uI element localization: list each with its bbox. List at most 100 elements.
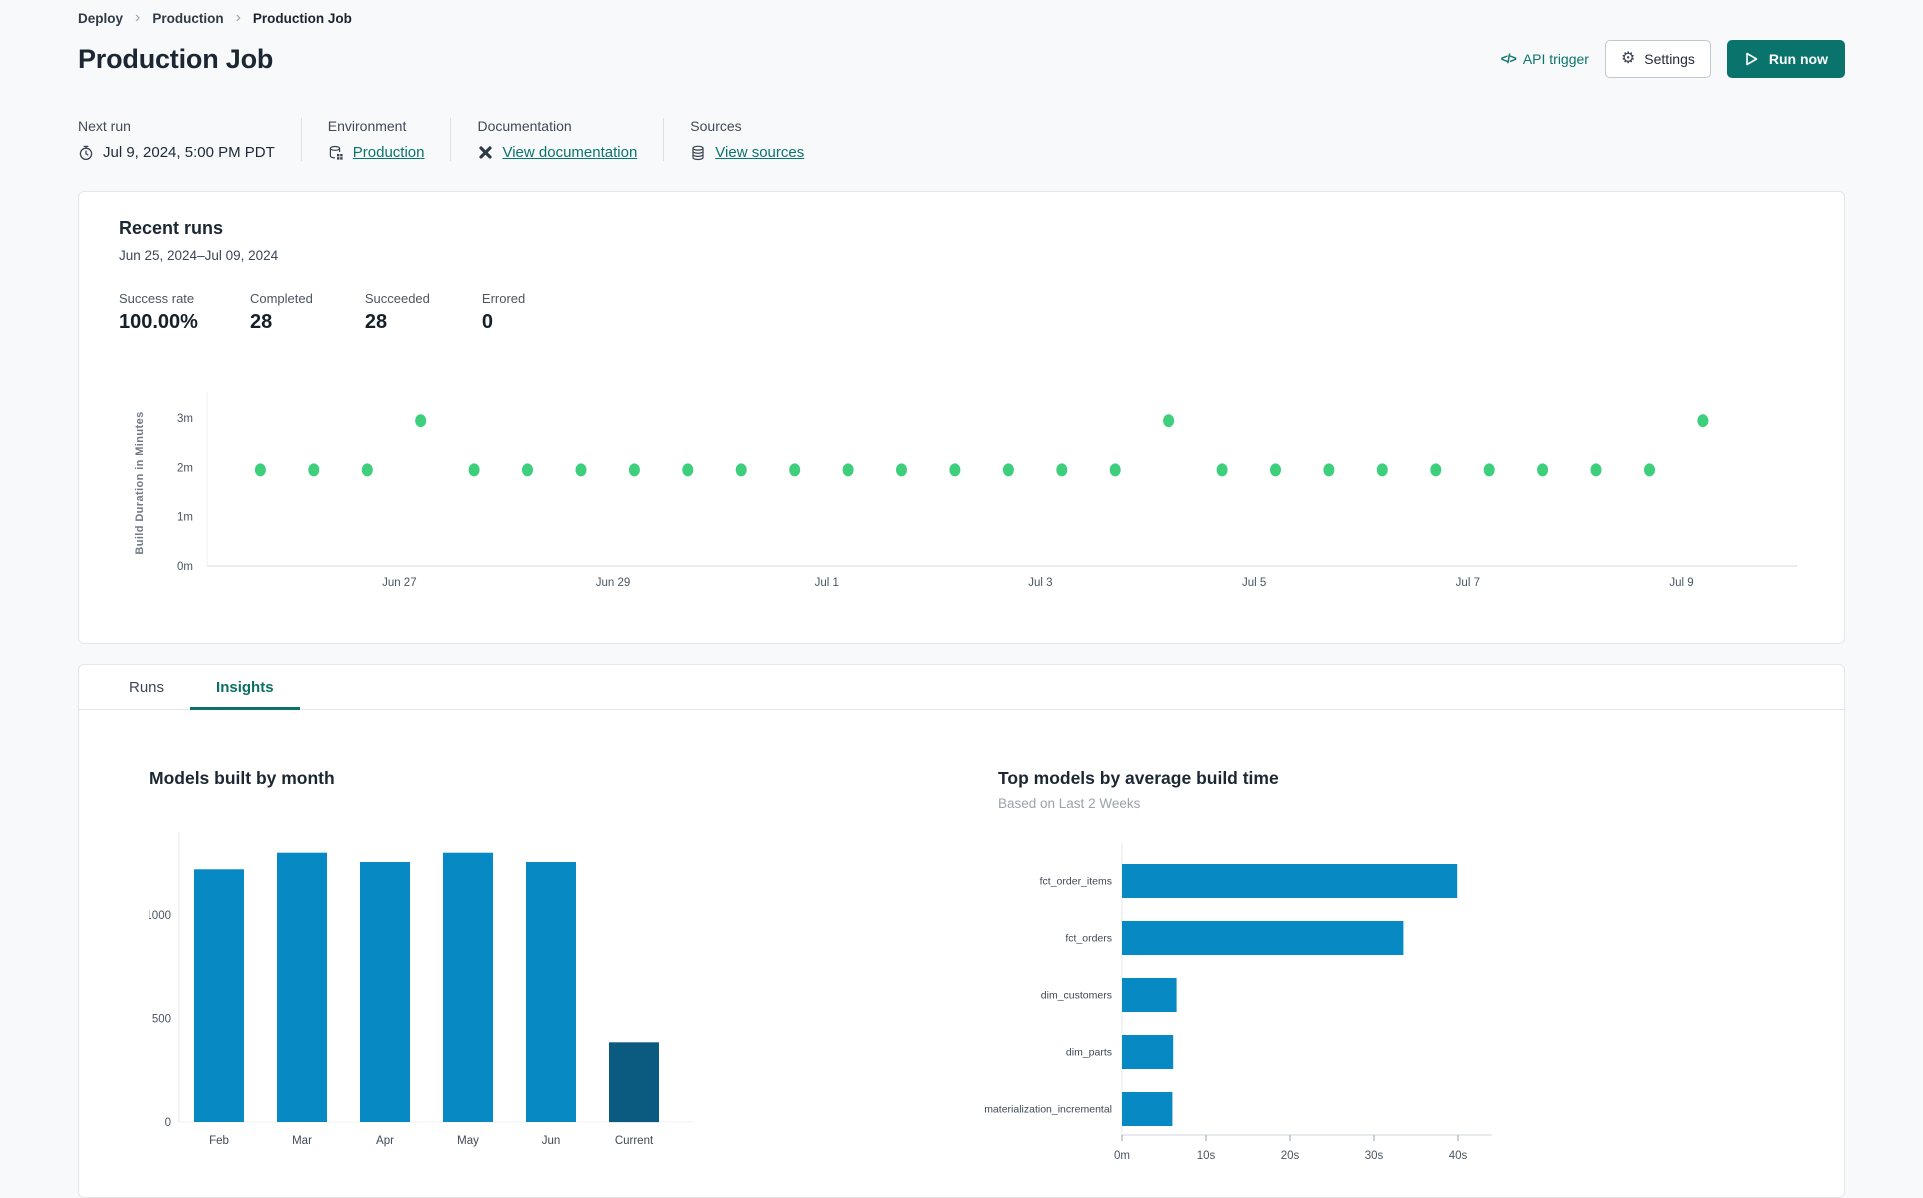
model-build-time-bar[interactable]	[1122, 921, 1404, 955]
play-icon	[1744, 51, 1760, 67]
model-build-time-bar[interactable]	[1122, 978, 1177, 1012]
run-scatter-point[interactable]	[1270, 463, 1281, 477]
run-scatter-point[interactable]	[628, 463, 640, 477]
svg-text:Apr: Apr	[376, 1135, 394, 1147]
breadcrumb-deploy[interactable]: Deploy	[78, 11, 123, 26]
month-bar[interactable]	[360, 862, 410, 1122]
top-models-by-build-time-chart: 0m 10s 20s 30s 40s fct_order_items fct_orders d…	[958, 811, 1558, 1173]
run-scatter-point[interactable]	[949, 463, 961, 477]
run-scatter-point[interactable]	[1430, 463, 1442, 477]
run-scatter-point[interactable]	[1697, 414, 1709, 428]
run-scatter-point[interactable]	[1056, 463, 1068, 477]
svg-text:fct_orders: fct_orders	[1065, 933, 1112, 945]
svg-text:2m: 2m	[177, 462, 193, 474]
view-sources-link[interactable]: View sources	[690, 144, 804, 161]
model-build-time-bar[interactable]	[1122, 864, 1458, 898]
svg-text:fct_order_items: fct_order_items	[1040, 876, 1112, 888]
recent-runs-date-range: Jun 25, 2024–Jul 09, 2024	[119, 248, 279, 263]
stat-label: Success rate	[119, 291, 195, 306]
month-bar[interactable]	[609, 1042, 659, 1123]
month-bar[interactable]	[526, 862, 576, 1122]
month-bar[interactable]	[194, 869, 244, 1122]
svg-text:Jun 29: Jun 29	[596, 577, 631, 589]
info-label: Next run	[78, 118, 131, 134]
model-build-time-bar[interactable]	[1122, 1092, 1173, 1126]
run-scatter-point[interactable]	[1109, 463, 1121, 477]
page-header: Production Job </> API trigger ⚙ Setting…	[78, 40, 1845, 78]
breadcrumb-production[interactable]: Production	[152, 11, 223, 26]
api-trigger-link[interactable]: </> API trigger	[1501, 51, 1589, 67]
run-scatter-point[interactable]	[1376, 463, 1388, 477]
run-scatter-point[interactable]	[1537, 463, 1549, 477]
svg-text:Build Duration in Minutes: Build Duration in Minutes	[134, 411, 146, 554]
info-label: Sources	[690, 118, 742, 134]
run-scatter-point[interactable]	[735, 463, 747, 477]
svg-text:0: 0	[165, 1117, 171, 1129]
svg-text:Jun: Jun	[542, 1135, 561, 1147]
view-sources-label: View sources	[715, 144, 805, 161]
svg-text:3m: 3m	[177, 413, 193, 425]
run-scatter-point[interactable]	[1216, 463, 1228, 477]
svg-text:materialization_incremental: materialization_incremental	[984, 1104, 1112, 1116]
view-documentation-label: View documentation	[502, 144, 638, 161]
run-scatter-point[interactable]	[575, 463, 587, 477]
top-models-block: Top models by average build time Based o…	[958, 768, 1558, 1173]
run-now-button[interactable]: Run now	[1726, 40, 1845, 78]
chevron-right-icon: ›	[235, 9, 241, 26]
run-scatter-point[interactable]	[1323, 463, 1335, 477]
stat-label: Succeeded	[364, 291, 430, 306]
tab-insights[interactable]: Insights	[190, 665, 300, 710]
svg-text:40s: 40s	[1449, 1150, 1468, 1162]
run-scatter-point[interactable]	[1483, 463, 1495, 477]
svg-text:May: May	[457, 1135, 479, 1147]
environment-database-icon	[328, 145, 344, 161]
run-scatter-point[interactable]	[522, 463, 533, 477]
run-scatter-point[interactable]	[789, 463, 801, 477]
view-documentation-link[interactable]: View documentation	[477, 144, 637, 161]
run-scatter-point[interactable]	[1590, 463, 1602, 477]
model-build-time-bar[interactable]	[1122, 1035, 1174, 1069]
breadcrumb-production-job: Production Job	[252, 10, 352, 26]
run-scatter-point[interactable]	[254, 463, 266, 477]
run-scatter-point[interactable]	[468, 463, 480, 477]
run-scatter-point[interactable]	[415, 414, 427, 428]
settings-button[interactable]: ⚙ Settings	[1604, 40, 1711, 78]
svg-text:Jul 3: Jul 3	[1028, 577, 1052, 589]
run-scatter-point[interactable]	[1644, 463, 1655, 477]
run-scatter-point[interactable]	[1163, 414, 1175, 428]
run-now-label: Run now	[1768, 51, 1828, 67]
chart-title: Top models by average build time	[998, 768, 1279, 788]
build-duration-scatter-chart: 0m 1m 2m 3m Build Duration in Minutes Jun 27 J…	[119, 378, 1804, 613]
run-scatter-point[interactable]	[682, 463, 694, 477]
environment-link[interactable]: Production	[328, 144, 424, 161]
breadcrumb: Deploy › Production › Production Job	[78, 0, 1845, 26]
chart-title: Models built by month	[149, 768, 335, 788]
info-sources: Sources View sources	[663, 118, 830, 161]
svg-text:Mar: Mar	[292, 1135, 312, 1147]
run-scatter-point[interactable]	[896, 463, 907, 477]
api-trigger-label: API trigger	[1522, 51, 1589, 67]
page: Deploy › Production › Production Job Pro…	[0, 0, 1923, 1198]
info-environment: Environment Production	[300, 118, 451, 161]
header-actions: </> API trigger ⚙ Settings Run now	[1501, 40, 1845, 78]
month-bar[interactable]	[443, 852, 493, 1122]
info-next-run: Next run Jul 9, 2024, 5:00 PM PDT	[78, 118, 301, 161]
gear-icon: ⚙	[1620, 50, 1636, 67]
code-brackets-icon: </>	[1500, 52, 1517, 66]
stat-completed: Completed 28	[250, 291, 313, 334]
svg-text:Current: Current	[615, 1135, 654, 1147]
svg-text:Jul 5: Jul 5	[1242, 577, 1266, 589]
run-scatter-point[interactable]	[361, 463, 373, 477]
svg-text:30s: 30s	[1365, 1150, 1384, 1162]
svg-text:0m: 0m	[177, 561, 193, 573]
job-detail-card: Runs Insights Models built by month 0 500…	[78, 664, 1845, 1198]
run-scatter-point[interactable]	[308, 463, 320, 477]
run-scatter-point[interactable]	[842, 463, 854, 477]
tab-runs[interactable]: Runs	[103, 665, 190, 710]
chart-subtitle: Based on Last 2 Weeks	[998, 796, 1141, 811]
run-scatter-point[interactable]	[1002, 463, 1014, 477]
month-bar[interactable]	[277, 852, 327, 1122]
svg-text:1000: 1000	[149, 910, 171, 922]
recent-runs-card: Recent runs Jun 25, 2024–Jul 09, 2024 Su…	[78, 191, 1845, 644]
svg-text:1m: 1m	[177, 512, 193, 524]
